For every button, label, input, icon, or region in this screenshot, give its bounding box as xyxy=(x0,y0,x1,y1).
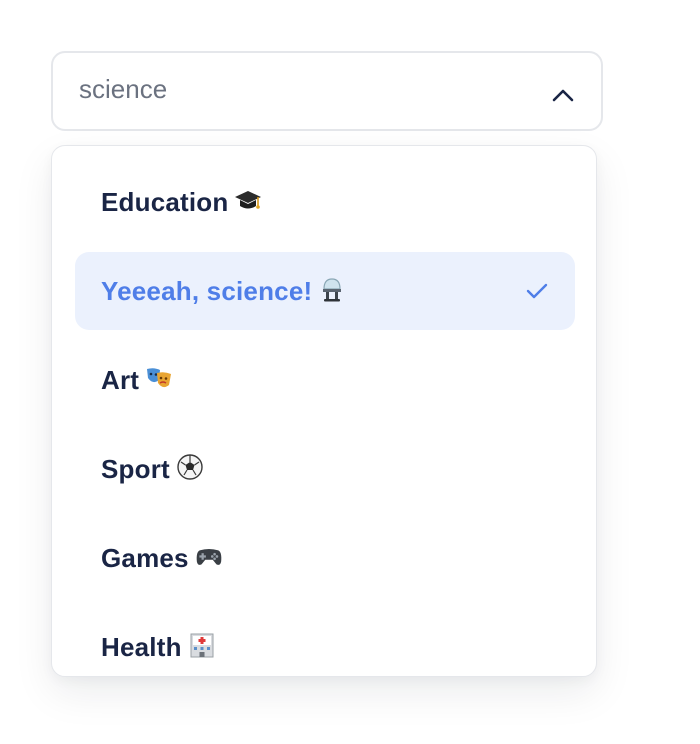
dropdown-menu: Education Yeeeah, science! Art Sport Gam… xyxy=(51,145,597,677)
option-games[interactable]: Games xyxy=(75,519,575,597)
soccer-ball-icon xyxy=(176,453,204,481)
option-label: Sport xyxy=(101,453,170,484)
game-controller-icon xyxy=(195,542,223,570)
page: Education Yeeeah, science! xyxy=(0,0,700,744)
microscope-icon xyxy=(318,275,346,303)
option-health[interactable]: Health xyxy=(75,608,575,676)
option-label: Art xyxy=(101,364,140,395)
option-label: Games xyxy=(101,542,189,573)
option-label: Health xyxy=(101,631,182,662)
option-science[interactable]: Yeeeah, science! xyxy=(75,252,575,330)
graduation-cap-icon xyxy=(234,186,262,214)
chevron-up-icon[interactable] xyxy=(551,83,575,107)
option-education[interactable]: Education xyxy=(75,163,575,241)
theater-masks-icon xyxy=(145,364,173,392)
option-art[interactable]: Art xyxy=(75,341,575,419)
option-sport[interactable]: Sport xyxy=(75,430,575,508)
category-select[interactable] xyxy=(51,51,603,131)
search-input[interactable] xyxy=(79,73,551,105)
option-label: Education xyxy=(101,186,229,217)
option-label: Yeeeah, science! xyxy=(101,275,313,306)
checkmark-icon xyxy=(526,283,548,299)
hospital-icon xyxy=(188,631,216,659)
